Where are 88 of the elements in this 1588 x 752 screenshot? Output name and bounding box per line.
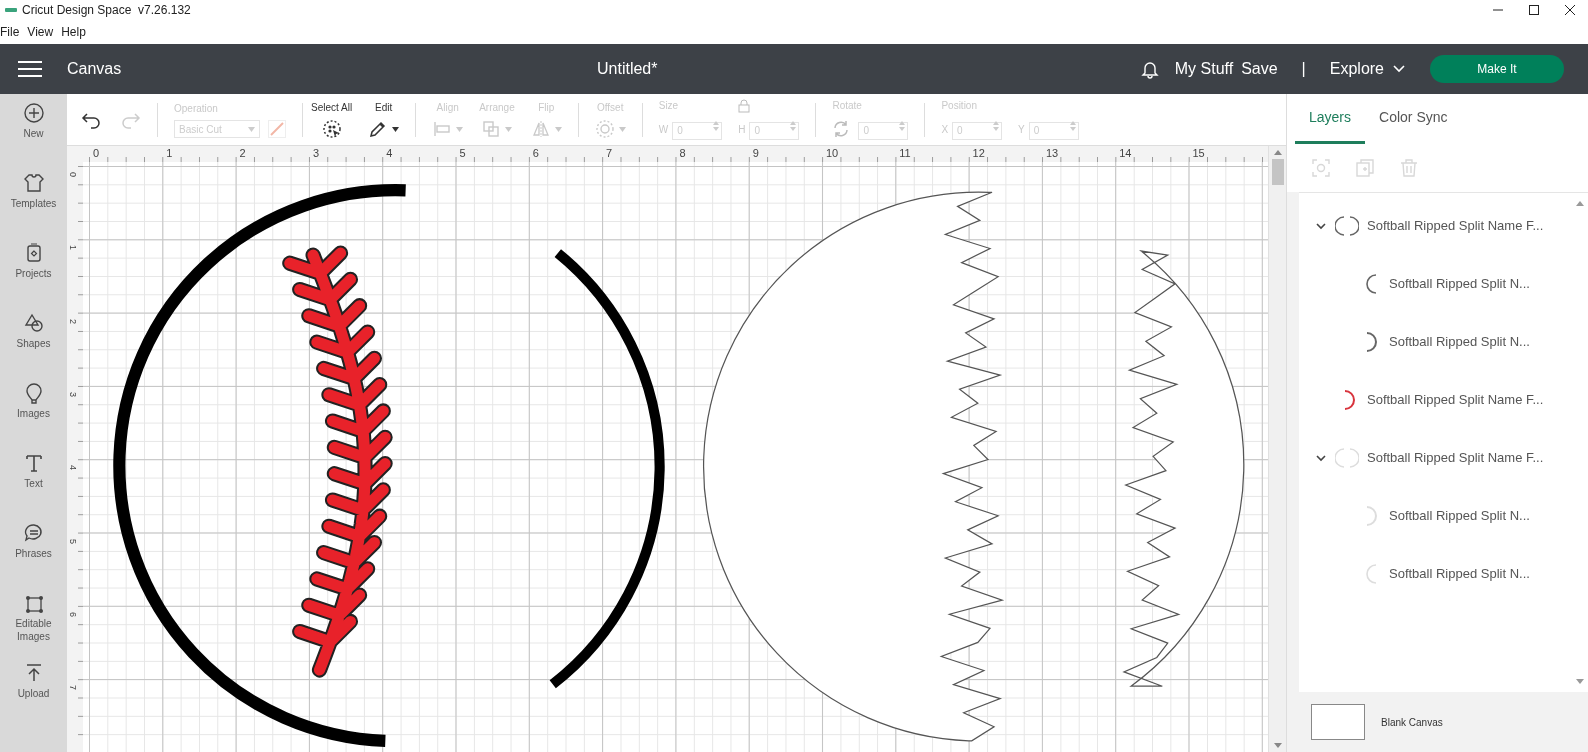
scroll-up-icon[interactable]: [1576, 201, 1584, 206]
lock-icon: [738, 99, 751, 113]
ruler-number: 4: [386, 148, 393, 159]
spinner-icon: [899, 121, 906, 131]
canvas-swatch[interactable]: [1311, 704, 1365, 740]
close-icon[interactable]: [1564, 4, 1576, 16]
sidebar-item[interactable]: New: [8, 128, 59, 141]
layer-name[interactable]: Softball Ripped Split Name F...: [1367, 448, 1544, 468]
caret-icon: [554, 126, 562, 132]
sidebar-item[interactable]: Shapes: [8, 338, 59, 351]
spinner-icon: [713, 121, 720, 131]
ruler-number: 4: [68, 465, 77, 471]
sidebar-item[interactable]: Text: [8, 478, 59, 491]
layer-name[interactable]: Softball Ripped Split N...: [1389, 332, 1530, 352]
menu-item[interactable]: File: [0, 23, 20, 41]
sidebar-item[interactable]: Upload: [8, 688, 59, 701]
speech-bubble-icon[interactable]: [22, 522, 45, 544]
ruler-number: 0: [93, 148, 100, 159]
ruler-number: 1: [68, 245, 77, 251]
scrollbar-thumb[interactable]: [1271, 159, 1284, 185]
project-title: Untitled*: [597, 59, 658, 79]
plus-circle-icon[interactable]: [22, 102, 45, 124]
layer-name[interactable]: Softball Ripped Split Name F...: [1367, 390, 1544, 410]
app-logo-icon: [4, 5, 18, 15]
ruler-number: 2: [68, 318, 77, 324]
layer-name[interactable]: Softball Ripped Split N...: [1389, 274, 1530, 294]
spinner-icon: [790, 121, 797, 131]
ruler-number: 8: [679, 148, 686, 159]
layer-name[interactable]: Softball Ripped Split N...: [1389, 506, 1530, 526]
menu-icon[interactable]: [17, 59, 43, 79]
scroll-down-icon[interactable]: [1576, 679, 1584, 684]
header-separator: |: [1301, 59, 1306, 79]
menu-item[interactable]: View: [27, 23, 54, 41]
ruler-number: 15: [1192, 148, 1205, 159]
explore-link[interactable]: Explore: [1329, 57, 1384, 81]
canvas-label: Blank Canvas: [1381, 715, 1443, 730]
ruler-number: 3: [312, 148, 319, 159]
panel-tab[interactable]: Color Sync: [1365, 94, 1462, 144]
caret-icon: [392, 126, 400, 132]
shapes-icon[interactable]: [22, 312, 45, 334]
window-title: Cricut Design Space v7.26.132: [22, 2, 191, 19]
caret-icon: [456, 126, 464, 132]
caret-icon: [618, 126, 626, 132]
sidebar-item[interactable]: Images: [8, 408, 59, 421]
caret-icon: [505, 126, 513, 132]
ruler-number: 7: [606, 148, 613, 159]
ruler-number: 14: [1119, 148, 1132, 159]
ruler-number: 6: [68, 611, 77, 617]
ruler-number: 10: [826, 148, 839, 159]
ruler-number: 1: [166, 148, 173, 159]
layer-name[interactable]: Softball Ripped Split N...: [1389, 564, 1530, 584]
ruler-number: 11: [899, 148, 911, 159]
spinner-icon: [993, 121, 1000, 131]
chevron-icon[interactable]: [1315, 452, 1327, 464]
header-link[interactable]: Save: [1241, 57, 1278, 81]
color-swatch-icon[interactable]: [268, 120, 286, 138]
sidebar-item[interactable]: Projects: [8, 268, 59, 281]
tool-label: Select All: [311, 101, 353, 115]
make-it-button[interactable]: Make It: [1430, 55, 1564, 83]
section-title: Canvas: [67, 59, 122, 79]
header-link[interactable]: My Stuff: [1174, 57, 1234, 81]
tool-label: Edit: [375, 101, 393, 115]
ruler-number: 13: [1045, 148, 1059, 159]
canvas-grid[interactable]: [83, 162, 1268, 752]
shirt-icon[interactable]: [22, 172, 45, 194]
select-all-icon[interactable]: [321, 119, 342, 139]
ruler-number: 3: [68, 391, 77, 397]
ruler-number: 6: [532, 148, 539, 159]
menu-item[interactable]: Help: [61, 23, 86, 41]
chevron-down-icon[interactable]: [1392, 64, 1406, 74]
scroll-down-icon[interactable]: [1273, 743, 1282, 748]
maximize-icon[interactable]: [1528, 4, 1540, 16]
ruler-number: 7: [68, 685, 77, 691]
sidebar-item[interactable]: Templates: [8, 198, 59, 211]
sidebar-item[interactable]: Editable Images: [8, 618, 59, 643]
ruler-number: 5: [459, 148, 466, 159]
bell-icon[interactable]: [1140, 59, 1159, 79]
caret-icon: [248, 126, 255, 132]
ruler-number: 2: [239, 148, 246, 159]
layer-name[interactable]: Softball Ripped Split Name F...: [1367, 216, 1544, 236]
sidebar-item[interactable]: Phrases: [8, 548, 59, 561]
ruler-number: 0: [68, 172, 77, 177]
ruler-number: 5: [68, 538, 77, 544]
chevron-icon[interactable]: [1315, 220, 1327, 232]
ruler-number: 12: [972, 148, 985, 159]
spinner-icon: [1069, 121, 1076, 131]
scroll-up-icon[interactable]: [1273, 150, 1282, 155]
ruler-number: 9: [752, 148, 759, 159]
